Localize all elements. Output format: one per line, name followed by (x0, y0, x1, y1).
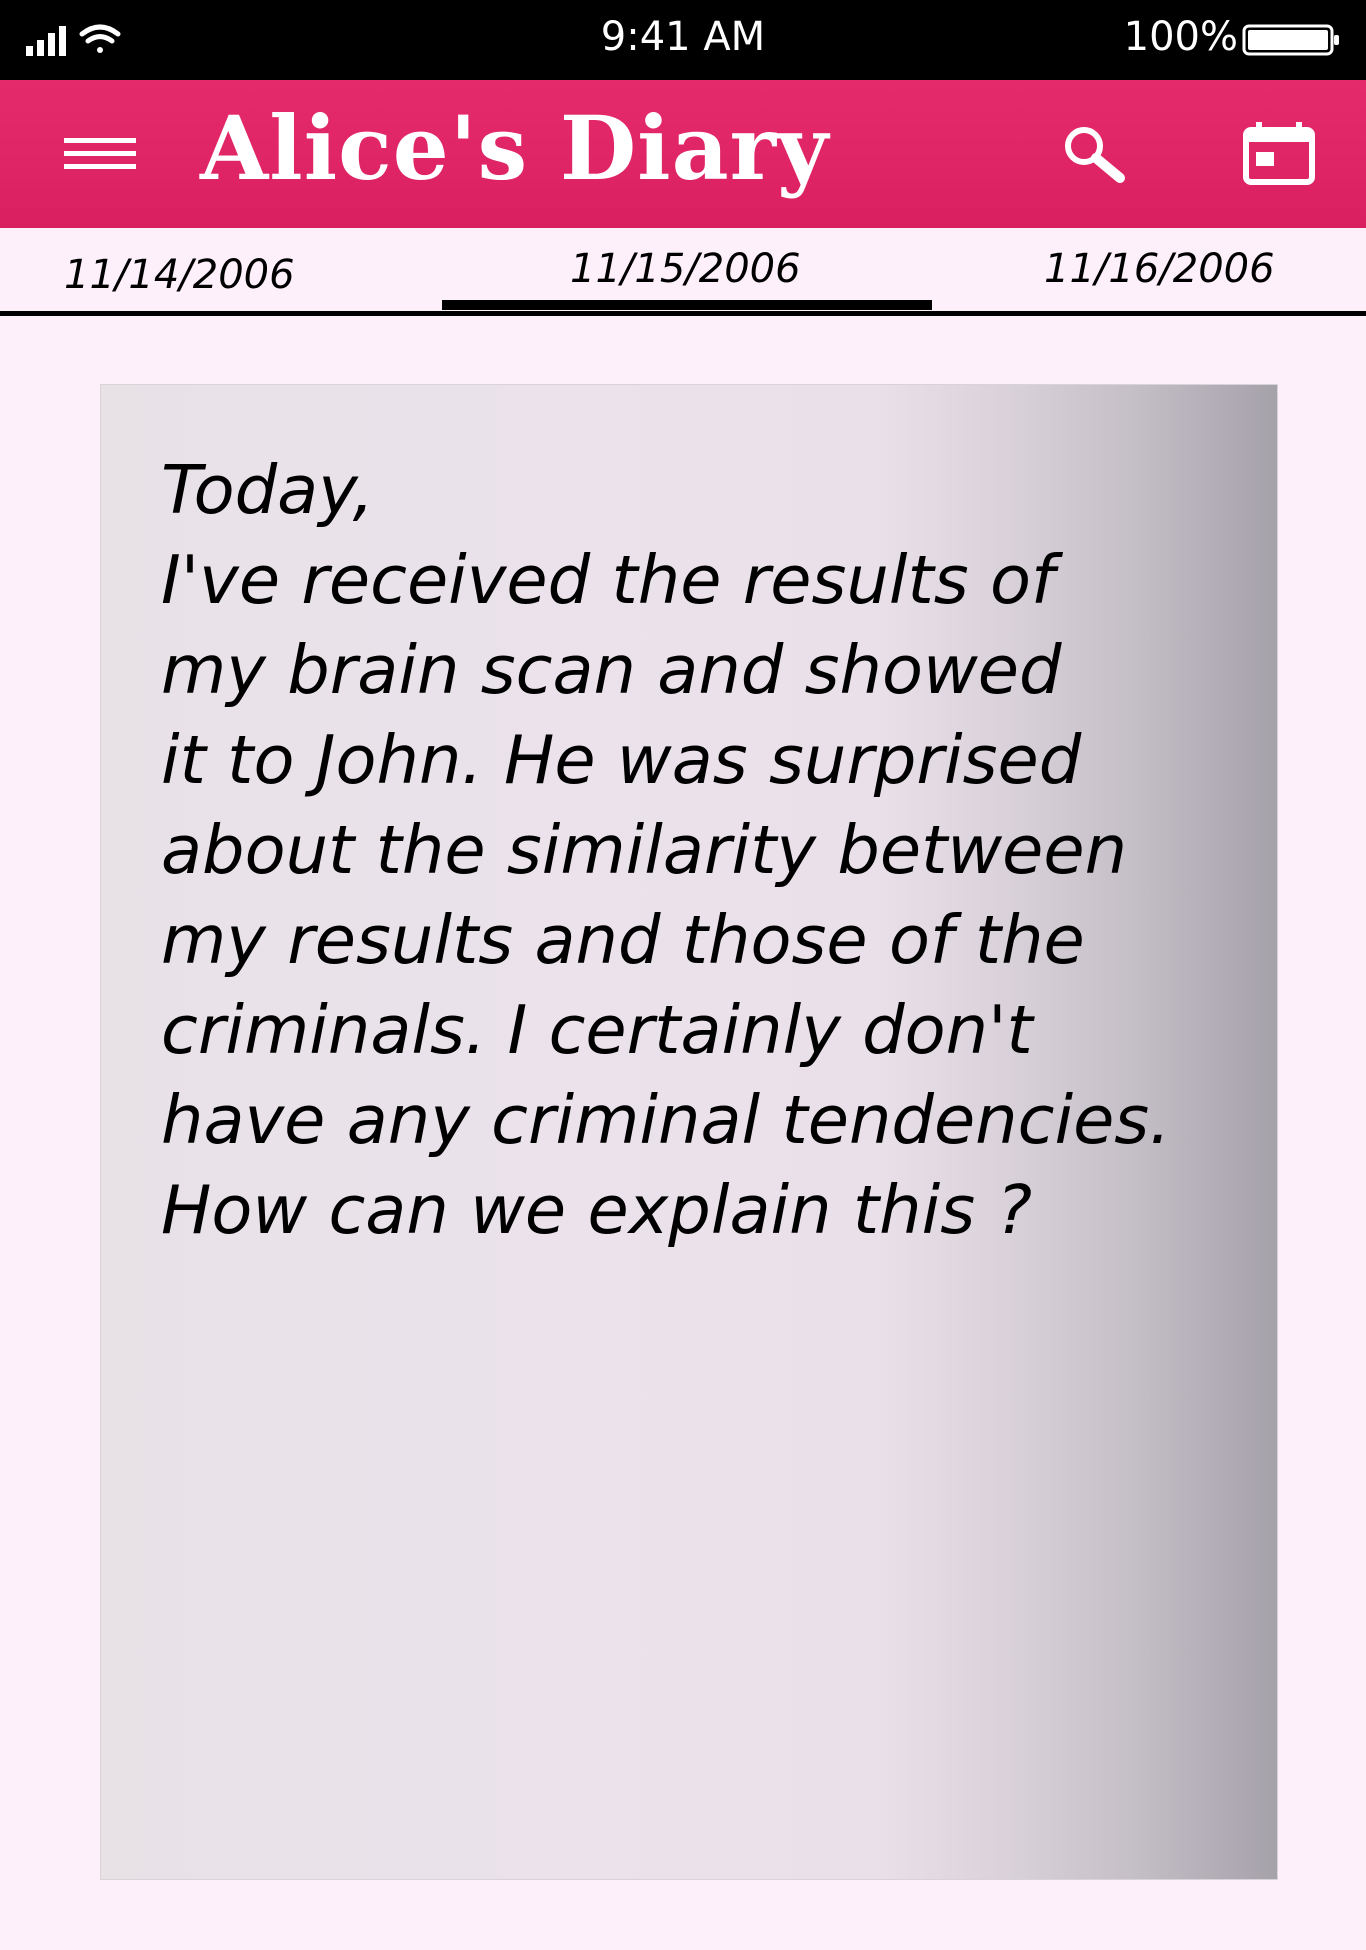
entry-line: my brain scan and showed (161, 631, 1062, 709)
tab-next-date[interactable]: 11/16/2006 (1044, 246, 1275, 334)
tab-current-date[interactable]: 11/15/2006 (570, 246, 801, 334)
app-title: Alice's Diary (200, 96, 830, 200)
entry-line: Today, (161, 451, 374, 529)
entry-line: about the similarity between (161, 811, 1128, 889)
battery-full-icon (1242, 24, 1339, 56)
hamburger-menu-icon[interactable] (64, 134, 140, 174)
entry-line: criminals. I certainly don't (161, 991, 1033, 1069)
entry-line: my results and those of the (161, 901, 1085, 979)
entry-line: How can we explain this ? (161, 1171, 1032, 1249)
status-bar: 9:41 AM 100% (0, 0, 1366, 80)
tab-previous-date[interactable]: 11/14/2006 (64, 252, 295, 340)
app-bar: Alice's Diary (0, 80, 1366, 228)
active-tab-indicator (442, 300, 932, 310)
calendar-icon[interactable] (1242, 120, 1318, 186)
diary-entry-card: Today, I've received the results of my b… (100, 384, 1278, 1880)
search-icon[interactable] (1058, 122, 1130, 188)
entry-line: I've received the results of (161, 541, 1055, 619)
battery-percentage: 100% (1123, 14, 1238, 60)
entry-line: it to John. He was surprised (161, 721, 1082, 799)
diary-entry-text: Today, I've received the results of my b… (161, 445, 1261, 1255)
date-tabs: 11/14/2006 11/15/2006 11/16/2006 (0, 228, 1366, 316)
entry-line: have any criminal tendencies. (161, 1081, 1171, 1159)
